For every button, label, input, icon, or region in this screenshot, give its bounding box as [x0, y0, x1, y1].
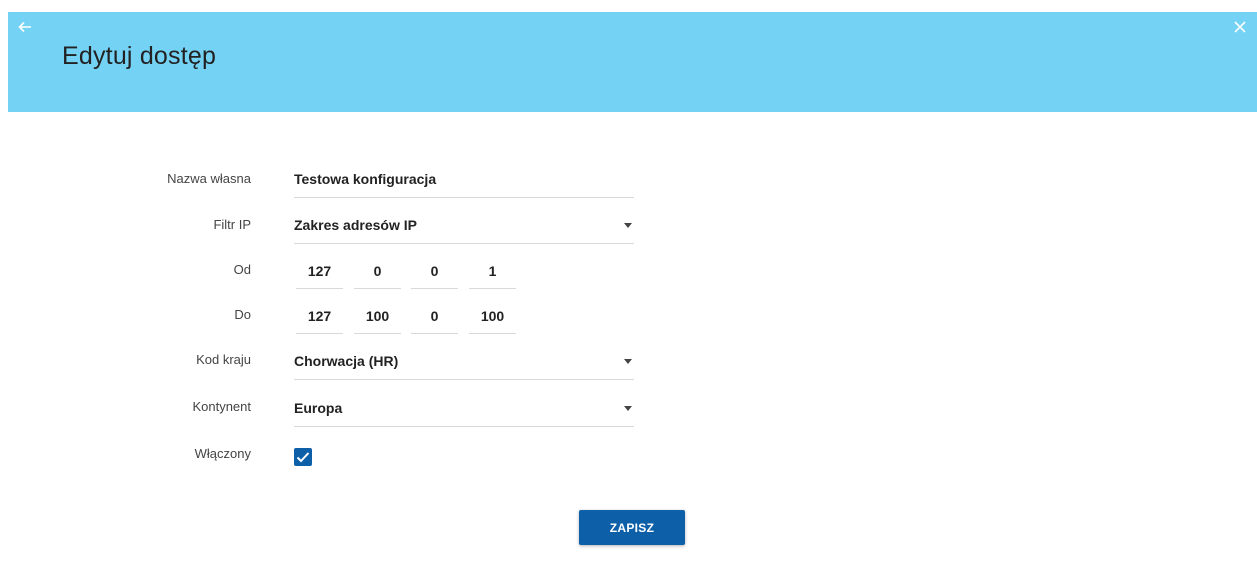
dialog-header: Edytuj dostęp — [8, 12, 1257, 112]
enabled-label: Włączony — [194, 446, 251, 461]
save-button[interactable]: ZAPISZ — [579, 510, 685, 545]
ip-from-label: Od — [233, 262, 251, 277]
country-code-select[interactable]: Chorwacja (HR) — [294, 353, 634, 380]
ip-from-octet-3[interactable]: 0 — [411, 263, 458, 289]
ip-filter-value: Zakres adresów IP — [294, 217, 417, 233]
ip-to-octet-1[interactable]: 127 — [296, 308, 343, 334]
ip-to-octet-3[interactable]: 0 — [411, 308, 458, 334]
ip-from-octet-2[interactable]: 0 — [354, 263, 401, 289]
back-button[interactable] — [18, 20, 40, 42]
ip-from-octet-4[interactable]: 1 — [469, 263, 516, 289]
ip-from-octet-1[interactable]: 127 — [296, 263, 343, 289]
continent-select[interactable]: Europa — [294, 400, 634, 427]
ip-to-octet-2[interactable]: 100 — [354, 308, 401, 334]
arrow-left-icon — [18, 21, 31, 33]
chevron-down-icon — [624, 223, 632, 228]
continent-value: Europa — [294, 400, 343, 416]
country-code-value: Chorwacja (HR) — [294, 353, 399, 369]
ip-filter-select[interactable]: Zakres adresów IP — [294, 217, 634, 244]
enabled-checkbox[interactable] — [294, 448, 312, 466]
continent-label: Kontynent — [192, 399, 251, 414]
name-input-value: Testowa konfiguracja — [294, 171, 437, 187]
chevron-down-icon — [624, 359, 632, 364]
check-icon — [296, 452, 310, 463]
close-button[interactable] — [1233, 20, 1255, 42]
name-label: Nazwa własna — [167, 171, 251, 186]
ip-to-octet-4[interactable]: 100 — [469, 308, 516, 334]
name-input[interactable]: Testowa konfiguracja — [294, 171, 634, 198]
country-code-label: Kod kraju — [196, 352, 251, 367]
page-title: Edytuj dostęp — [62, 42, 217, 70]
chevron-down-icon — [624, 406, 632, 411]
ip-to-label: Do — [234, 307, 251, 322]
close-icon — [1234, 21, 1246, 33]
ip-filter-label: Filtr IP — [213, 217, 251, 232]
